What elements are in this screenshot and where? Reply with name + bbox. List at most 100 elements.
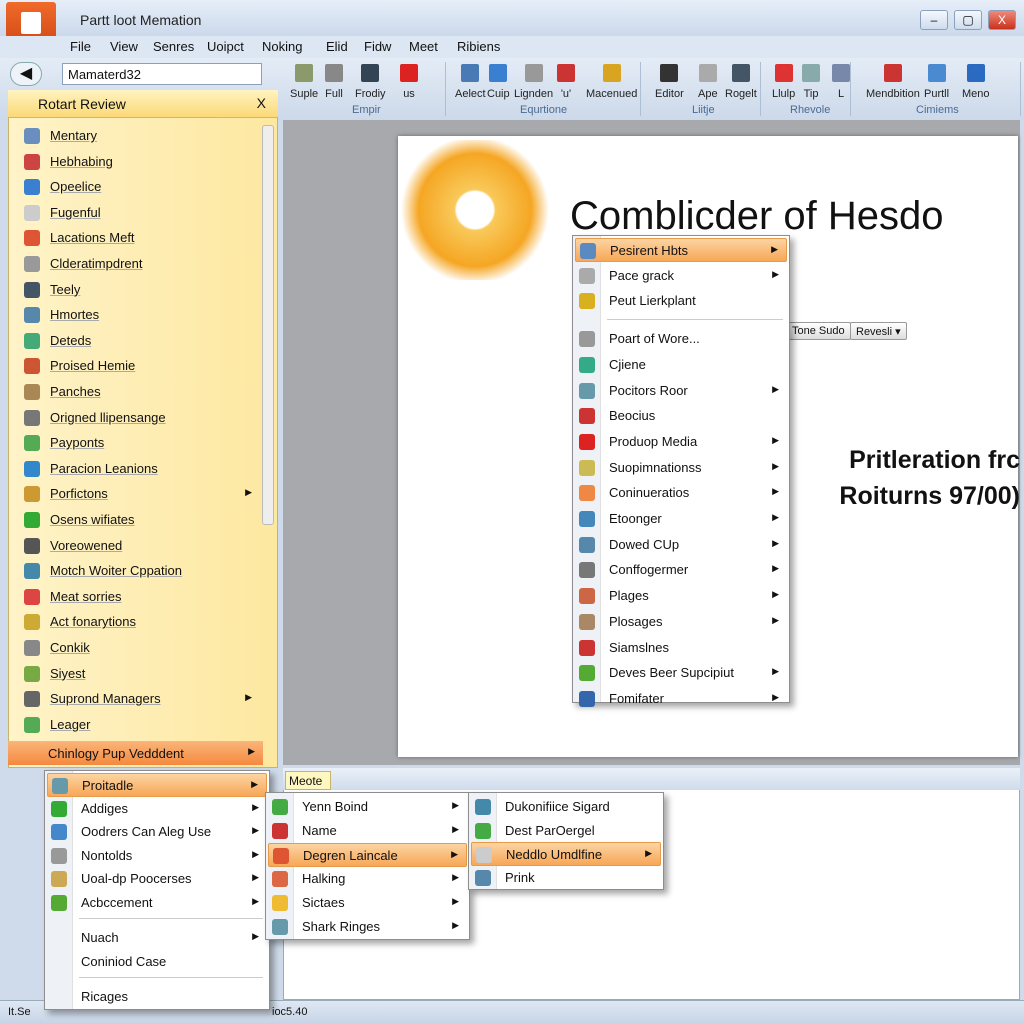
menu-uoipct[interactable]: Uoipct xyxy=(207,39,244,54)
minimize-button[interactable]: – xyxy=(920,10,948,30)
menu-view[interactable]: View xyxy=(110,39,138,54)
tone-button[interactable]: Tone Sudo xyxy=(786,322,851,340)
ribbon-button-14[interactable]: L xyxy=(832,64,850,100)
ribbon-button-4[interactable]: Aelect xyxy=(455,64,486,100)
ribbon-button-8[interactable]: Macenued xyxy=(586,64,637,100)
sidebar-item[interactable]: Clderatimpdrent xyxy=(20,252,260,277)
menu-item[interactable]: Dest ParOergel xyxy=(471,819,661,843)
menu-file[interactable]: File xyxy=(70,39,91,54)
menu-senres[interactable]: Senres xyxy=(153,39,194,54)
ribbon-button-9[interactable]: Editor xyxy=(655,64,684,100)
menu-ribiens[interactable]: Ribiens xyxy=(457,39,500,54)
ribbon-button-16[interactable]: Purtll xyxy=(924,64,949,100)
menu-elid[interactable]: Elid xyxy=(326,39,348,54)
menu-item[interactable]: Nontolds ▶ xyxy=(47,844,267,868)
sidebar-scrollbar[interactable] xyxy=(262,125,274,525)
ribbon-button-13[interactable]: Tip xyxy=(802,64,820,100)
sidebar-item[interactable]: Hmortes xyxy=(20,303,260,328)
menu-item[interactable]: Pace grack ▶ xyxy=(575,264,787,288)
sidebar-item[interactable]: Payponts xyxy=(20,431,260,456)
menu-item[interactable]: Halking ▶ xyxy=(268,867,467,891)
sidebar-item[interactable]: Suprond Managers ▶ xyxy=(20,687,260,712)
menu-noking[interactable]: Noking xyxy=(262,39,302,54)
sidebar-item-highlighted[interactable]: Chinlogy Pup Vedddent ▶ xyxy=(8,741,263,765)
menu-item[interactable]: Sictaes ▶ xyxy=(268,891,467,915)
ribbon-button-5[interactable]: Cuip xyxy=(487,64,510,100)
menu-item[interactable]: Pesirent Hbts ▶ xyxy=(575,238,787,262)
sidebar-item[interactable]: Voreowened xyxy=(20,534,260,559)
sidebar-item[interactable]: Panches xyxy=(20,380,260,405)
sidebar-item[interactable]: Meat sorries xyxy=(20,585,260,610)
menu-item[interactable]: Produop Media ▶ xyxy=(575,430,787,454)
menu-item[interactable]: Shark Ringes ▶ xyxy=(268,915,467,939)
ribbon-button-2[interactable]: Frodiy xyxy=(355,64,386,100)
ribbon-button-12[interactable]: Llulp xyxy=(772,64,795,100)
menu-item[interactable]: Nuach ▶ xyxy=(47,926,267,950)
menu-item[interactable]: Dukonifiice Sigard xyxy=(471,795,661,819)
menu-item[interactable]: Peut Lierkplant xyxy=(575,289,787,313)
sidebar-item[interactable]: Osens wifiates xyxy=(20,508,260,533)
menu-item[interactable]: Fomifater ▶ xyxy=(575,687,787,711)
sidebar-item[interactable]: Act fonarytions xyxy=(20,610,260,635)
sidebar-item[interactable]: Leager xyxy=(20,713,260,738)
menu-item[interactable]: Yenn Boind ▶ xyxy=(268,795,467,819)
menu-item[interactable]: Prink xyxy=(471,866,661,890)
menu-item[interactable]: Pocitors Roor ▶ xyxy=(575,379,787,403)
menu-item[interactable]: Coninueratios ▶ xyxy=(575,481,787,505)
ribbon-button-0[interactable]: Suple xyxy=(290,64,318,100)
menu-item[interactable]: Siamslnes xyxy=(575,636,787,660)
ribbon-button-7[interactable]: 'u' xyxy=(557,64,575,100)
menu-item[interactable]: Oodrers Can Aleg Use ▶ xyxy=(47,820,267,844)
tab-notes[interactable]: Meote xyxy=(285,771,331,790)
menu-item[interactable]: Conffogermer ▶ xyxy=(575,558,787,582)
menu-meet[interactable]: Meet xyxy=(409,39,438,54)
back-arrow-icon[interactable]: ◀ xyxy=(10,62,42,86)
sidebar-item[interactable]: Deteds xyxy=(20,329,260,354)
sidebar-item[interactable]: Lacations Meft xyxy=(20,226,260,251)
ribbon-button-15[interactable]: Mendbition xyxy=(866,64,920,100)
menu-item[interactable]: Cjiene xyxy=(575,353,787,377)
sidebar-item[interactable]: Hebhabing xyxy=(20,150,260,175)
menu-item[interactable]: Plages ▶ xyxy=(575,584,787,608)
sidebar-item[interactable]: Mentary xyxy=(20,124,260,149)
sidebar-item[interactable]: Paracion Leanions xyxy=(20,457,260,482)
menu-item[interactable]: Name ▶ xyxy=(268,819,467,843)
sidebar-item[interactable]: Teely xyxy=(20,278,260,303)
ribbon-button-1[interactable]: Full xyxy=(325,64,343,100)
menu-item[interactable]: Acbccement ▶ xyxy=(47,891,267,915)
ribbon-button-3[interactable]: us xyxy=(400,64,418,100)
ribbon-button-11[interactable]: Rogelt xyxy=(725,64,757,100)
sidebar-item[interactable]: Opeelice xyxy=(20,175,260,200)
sidebar-item[interactable]: Proised Hemie xyxy=(20,354,260,379)
sidebar-item[interactable]: Motch Woiter Cppation xyxy=(20,559,260,584)
sidebar-item[interactable]: Conkik xyxy=(20,636,260,661)
menu-fidw[interactable]: Fidw xyxy=(364,39,391,54)
address-field[interactable]: Mamaterd32 xyxy=(62,63,262,85)
menu-item[interactable]: Poart of Wore... xyxy=(575,327,787,351)
menu-item[interactable]: Addiges ▶ xyxy=(47,797,267,821)
menu-item[interactable]: Degren Laincale ▶ xyxy=(268,843,467,867)
menu-item[interactable]: Etoonger ▶ xyxy=(575,507,787,531)
menu-item[interactable]: Suopimnationss ▶ xyxy=(575,456,787,480)
menu-item[interactable]: Neddlo Umdlfine ▶ xyxy=(471,842,661,866)
menu-item[interactable]: Deves Beer Supcipiut ▶ xyxy=(575,661,787,685)
menu-item[interactable]: Proitadle ▶ xyxy=(47,773,267,797)
slide-title[interactable]: Comblicder of Hesdo xyxy=(570,194,944,239)
ribbon-button-6[interactable]: Lignden xyxy=(514,64,553,100)
sidebar-item[interactable]: Siyest xyxy=(20,662,260,687)
sidebar-item[interactable]: Fugenful xyxy=(20,201,260,226)
sidebar-item[interactable]: Porfictons ▶ xyxy=(20,482,260,507)
menu-item[interactable]: Coniniod Case xyxy=(47,950,267,974)
ribbon-button-10[interactable]: Ape xyxy=(698,64,718,100)
ribbon-button-17[interactable]: Meno xyxy=(962,64,990,100)
menu-item[interactable]: Dowed CUp ▶ xyxy=(575,533,787,557)
sidebar-item[interactable]: Origned llipensange xyxy=(20,406,260,431)
menu-item[interactable]: Plosages ▶ xyxy=(575,610,787,634)
close-button[interactable]: X xyxy=(988,10,1016,30)
menu-item[interactable]: Uoal-dp Poocerses ▶ xyxy=(47,867,267,891)
menu-item[interactable]: Beocius xyxy=(575,404,787,428)
maximize-button[interactable]: ▢ xyxy=(954,10,982,30)
panel-close-button[interactable]: X xyxy=(257,95,266,111)
menu-item[interactable]: Ricages xyxy=(47,985,267,1009)
revesli-dropdown[interactable]: Revesli ▾ xyxy=(850,322,907,340)
